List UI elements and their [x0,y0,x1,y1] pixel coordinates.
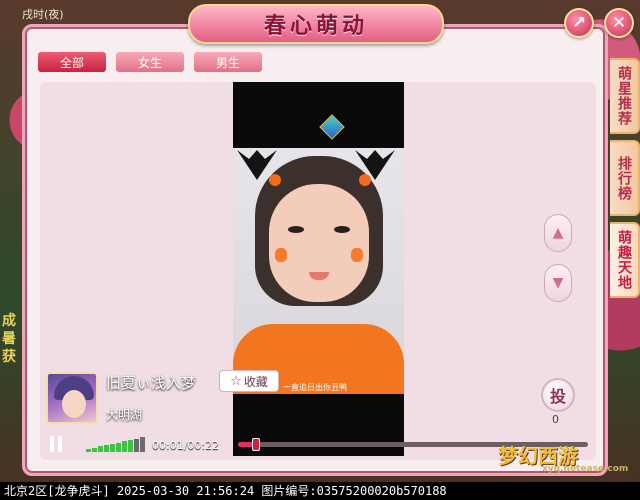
collect-label: 收藏 [243,374,268,389]
avatar-face [62,390,86,418]
gem-icon [319,114,345,140]
collect-button[interactable]: ☆ 收藏 [219,370,279,392]
close-icon: ✕ [611,13,627,33]
volume-bar [134,438,139,452]
volume-bar [110,443,115,452]
fragment-3: 获 [2,349,16,365]
volume-bar [116,442,121,452]
eye-left [288,226,304,233]
side-tab-ranking[interactable]: 排行榜 [610,140,640,216]
side-tab-fun-world[interactable]: 萌趣天地 [610,222,640,298]
hair-ball-right [359,174,371,186]
volume-bar [104,445,109,452]
share-button[interactable]: ↗ [564,8,594,38]
video-player[interactable]: 一直追日出你丑鸭 [233,82,404,456]
game-logo-watermark: 梦幻西游 xyq.netease.com [498,440,628,480]
window-title: 春心萌动 [263,13,368,39]
tab-all[interactable]: 全部 [38,52,106,72]
close-button[interactable]: ✕ [604,8,634,38]
vote-label: 投 [549,387,566,406]
tab-female[interactable]: 女生 [116,52,184,72]
filter-tabs: 全部 女生 男生 [38,52,262,72]
watermark-url: xyq.netease.com [542,464,629,474]
video-title: 旧夏ぃ浅入梦 [106,374,197,392]
triangle-down-icon: ▼ [552,275,564,291]
window-title-plate: 春心萌动 [188,4,444,44]
volume-bar [98,446,103,452]
vote-count: 0 [552,413,559,426]
previous-video-button[interactable]: ▲ [544,214,572,252]
vote-button[interactable]: 投 [541,378,575,412]
author-avatar[interactable] [46,372,98,424]
fragment-2: 暑 [2,331,16,347]
face-shape [269,184,369,302]
volume-bar [92,447,97,452]
author-name: 大明湖 [106,408,143,422]
time-display: 00:01/00:22 [152,439,220,452]
volume-bar [128,439,133,452]
progress-knob[interactable] [251,438,260,451]
blush-right [351,248,363,262]
next-video-button[interactable]: ▼ [544,264,572,302]
video-overlay-text: 一直追日出你丑鸭 [283,383,347,392]
volume-bar [122,441,127,452]
tab-male[interactable]: 男生 [194,52,262,72]
video-content [233,148,404,394]
volume-bar [86,449,91,452]
hair-ball-left [269,174,281,186]
eye-right [334,226,350,233]
share-arrow-icon: ↗ [571,13,587,33]
volume-indicator[interactable] [86,436,145,452]
blush-left [275,248,287,262]
star-icon: ☆ [230,373,242,389]
game-time: 戌时(夜) [22,8,64,21]
side-tabs: 萌星推荐 排行榜 萌趣天地 [610,58,640,298]
volume-bar [140,437,145,452]
triangle-up-icon: ▲ [552,225,564,241]
fragment-1: 成 [2,313,16,329]
pause-icon[interactable] [48,436,64,452]
side-menu-fragments: 成 暑 获 [2,312,22,366]
side-tab-recommend[interactable]: 萌星推荐 [610,58,640,134]
status-bar: 北京2区[龙争虎斗] 2025-03-30 21:56:24 图片编号:0357… [0,482,640,500]
